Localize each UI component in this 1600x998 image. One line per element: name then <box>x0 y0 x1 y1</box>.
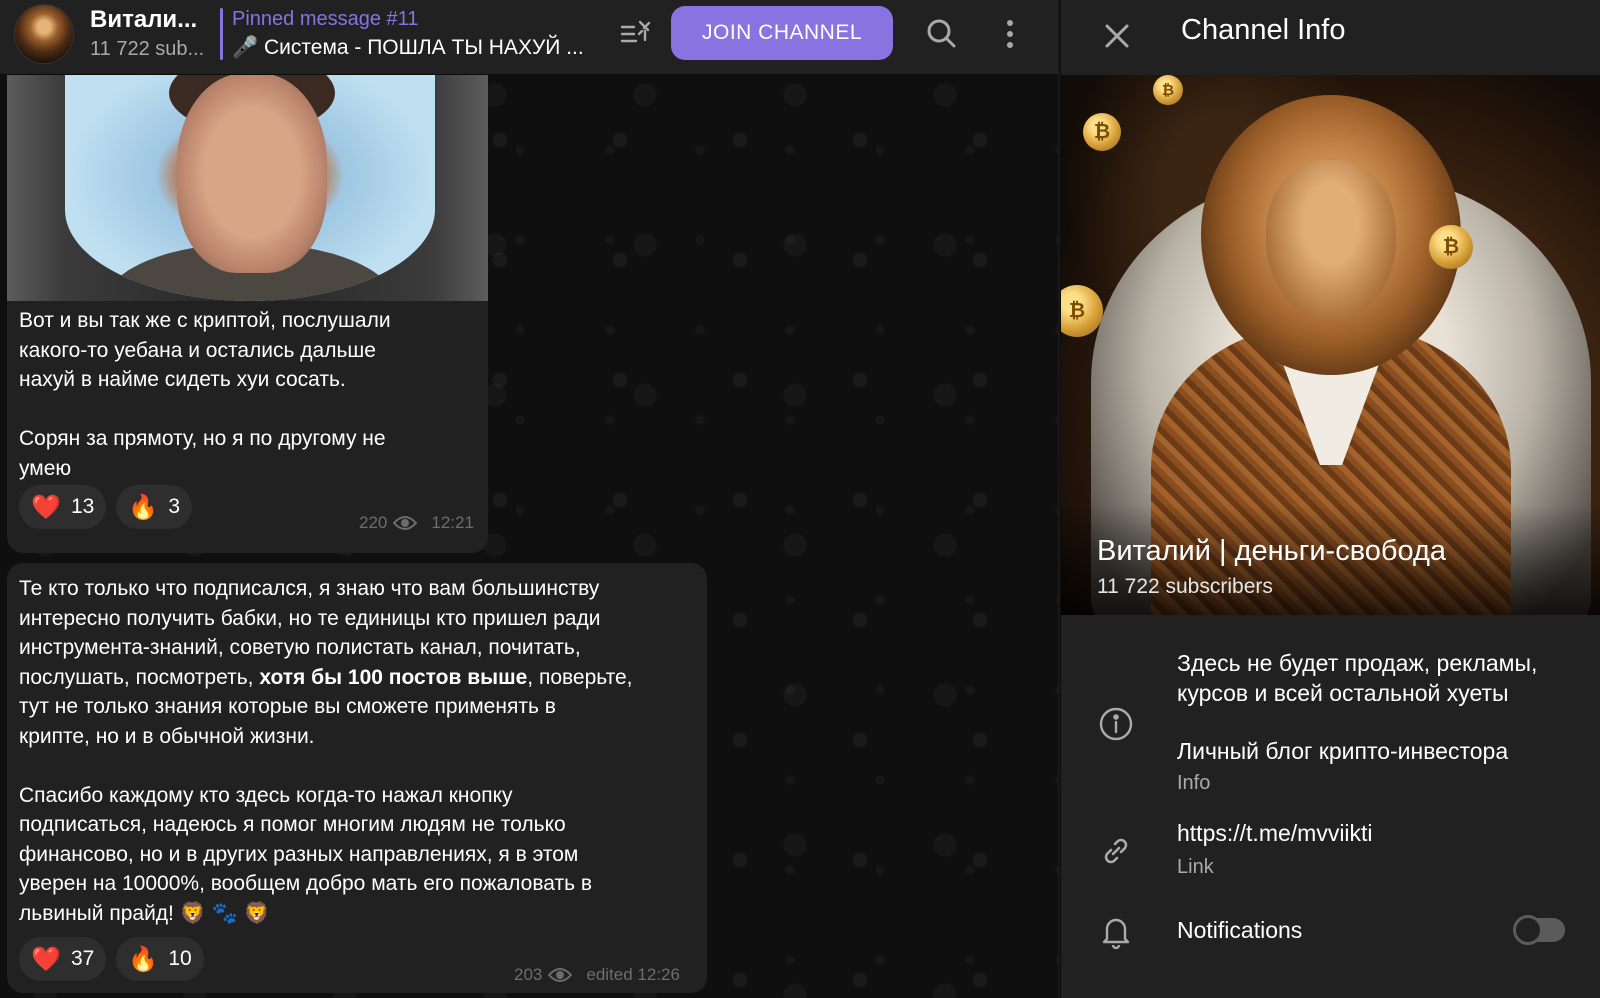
message-text: Те кто только что подписался, я знаю что… <box>19 577 633 925</box>
notifications-toggle[interactable] <box>1513 915 1565 945</box>
bitcoin-coin-icon: ₿ <box>1061 285 1103 337</box>
reaction-fire[interactable]: 🔥 10 <box>116 937 204 981</box>
message-time: 12:21 <box>431 513 474 532</box>
pinned-indicator <box>220 8 223 60</box>
panel-header: Channel Info <box>1061 0 1600 75</box>
message-text: Вот и вы так же с криптой, послушали как… <box>19 309 391 480</box>
bold-text: хотя бы 100 постов выше <box>259 665 528 689</box>
panel-title: Channel Info <box>1181 14 1346 46</box>
bitcoin-coin-icon: ₿ <box>1153 75 1183 105</box>
reactions: ❤️ 13 🔥 3 <box>19 485 193 529</box>
pinned-list-icon[interactable] <box>618 16 654 52</box>
video-thumbnail <box>65 75 435 301</box>
eye-icon <box>393 516 418 530</box>
close-icon[interactable] <box>1099 18 1135 54</box>
bitcoin-coin-icon: ₿ <box>1083 113 1121 151</box>
info-icon <box>1097 705 1135 743</box>
eye-icon <box>548 968 573 982</box>
reaction-count: 10 <box>168 947 192 970</box>
more-vertical-icon[interactable] <box>992 14 1028 54</box>
chat-header: Витали... 11 722 sub... Pinned message #… <box>0 0 1058 75</box>
fire-icon: 🔥 <box>128 493 159 521</box>
reaction-count: 3 <box>168 495 181 518</box>
views-count: 220 <box>359 513 388 532</box>
channel-info-panel: Channel Info ₿ ₿ ₿ ₿ Виталий | деньги-св… <box>1060 0 1600 998</box>
views-count: 203 <box>514 965 543 984</box>
channel-subscribers: 11 722 sub... <box>90 38 205 60</box>
link-icon <box>1097 832 1135 870</box>
video-message[interactable] <box>7 75 488 301</box>
channel-title[interactable]: Витали... <box>90 6 197 34</box>
message-meta: 203 edited 12:26 <box>514 965 680 985</box>
message-meta: 220 12:21 <box>359 513 474 533</box>
heart-icon: ❤️ <box>31 493 61 521</box>
pinned-message-text[interactable]: 🎤 Система - ПОШЛА ТЫ НАХУЙ ... <box>232 36 584 60</box>
reactions: ❤️ 37 🔥 10 <box>19 937 204 981</box>
toggle-knob <box>1513 915 1543 945</box>
message-time: edited 12:26 <box>586 965 680 984</box>
reaction-count: 37 <box>71 947 95 970</box>
reaction-heart[interactable]: ❤️ 37 <box>19 937 107 981</box>
reaction-count: 13 <box>71 495 95 518</box>
channel-description[interactable]: Здесь не будет продаж, рекламы, курсов и… <box>1177 648 1587 766</box>
pinned-message-title[interactable]: Pinned message #11 <box>232 8 418 31</box>
chat-area: Витали... 11 722 sub... Pinned message #… <box>0 0 1058 998</box>
channel-subscribers-count: 11 722 subscribers <box>1097 575 1273 598</box>
channel-cover-image[interactable]: ₿ ₿ ₿ ₿ Виталий | деньги-свобода 11 722 … <box>1061 75 1600 615</box>
notifications-label: Notifications <box>1177 917 1303 943</box>
reaction-heart[interactable]: ❤️ 13 <box>19 485 107 529</box>
message-bubble[interactable]: Те кто только что подписался, я знаю что… <box>7 563 707 993</box>
fire-icon: 🔥 <box>128 945 159 973</box>
heart-icon: ❤️ <box>31 945 61 973</box>
message-bubble[interactable]: Вот и вы так же с криптой, послушали как… <box>7 75 488 553</box>
bell-icon <box>1097 912 1135 950</box>
reaction-fire[interactable]: 🔥 3 <box>116 485 193 529</box>
link-label: Link <box>1177 856 1214 878</box>
channel-name: Виталий | деньги-свобода <box>1097 535 1447 567</box>
channel-avatar[interactable] <box>14 4 74 64</box>
info-label: Info <box>1177 772 1211 794</box>
channel-link[interactable]: https://t.me/mvviikti <box>1177 820 1373 847</box>
search-icon[interactable] <box>922 14 962 54</box>
bitcoin-coin-icon: ₿ <box>1429 225 1473 269</box>
join-channel-button[interactable]: JOIN CHANNEL <box>671 6 893 60</box>
